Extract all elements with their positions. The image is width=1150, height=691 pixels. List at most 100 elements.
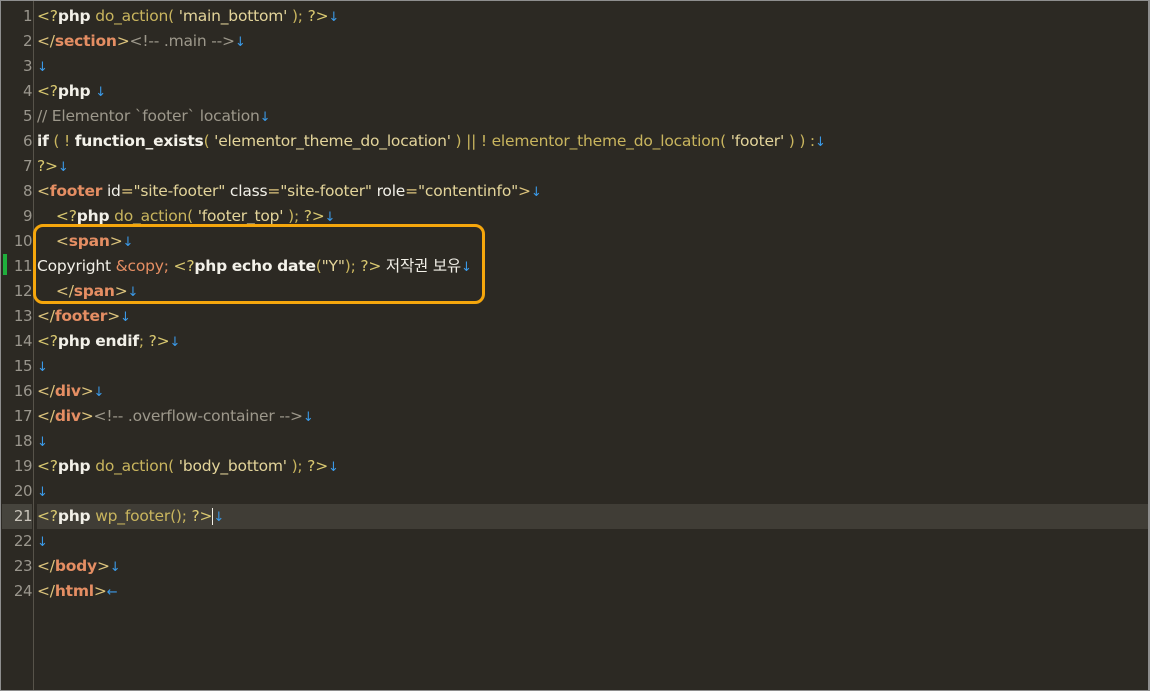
line-number-3[interactable]: 3 <box>2 54 33 79</box>
line-number-2[interactable]: 2 <box>2 29 33 54</box>
line-end-marker-icon: ↓ <box>37 535 48 550</box>
code-token: ?> <box>191 507 213 525</box>
code-token: 'elementor_theme_do_location' <box>214 132 451 150</box>
line-number-21[interactable]: 21 <box>2 504 33 529</box>
line-number-9[interactable]: 9 <box>2 204 33 229</box>
code-line-7[interactable]: ?>↓ <box>37 154 69 179</box>
line-number-20[interactable]: 20 <box>2 479 33 504</box>
line-end-marker-icon: ↓ <box>302 410 314 425</box>
code-token: ( <box>203 132 215 150</box>
line-number-14[interactable]: 14 <box>2 329 33 354</box>
code-token: ( ! <box>48 132 75 150</box>
line-end-marker-icon: ↓ <box>328 10 340 25</box>
line-number-13[interactable]: 13 <box>2 304 33 329</box>
code-token: = <box>267 182 281 200</box>
highlight-annotation-box <box>33 224 485 304</box>
code-token: ); <box>287 7 308 25</box>
code-line-1[interactable]: <?php do_action( 'main_bottom' ); ?>↓ <box>37 4 339 29</box>
line-end-marker-icon: ↓ <box>328 460 339 475</box>
code-token: "contentinfo" <box>417 182 519 200</box>
code-token: <? <box>37 507 58 525</box>
line-number-24[interactable]: 24 <box>2 579 33 604</box>
code-token: php <box>76 207 110 225</box>
code-token: body <box>54 557 97 575</box>
code-token: <? <box>37 82 58 100</box>
line-number-5[interactable]: 5 <box>2 104 33 129</box>
line-end-marker-icon: ↓ <box>234 35 246 50</box>
line-number-22[interactable]: 22 <box>2 529 33 554</box>
line-number-gutter[interactable]: 1 2 3 4 5 6 7 8 9 10 11 12 13 14 15 16 17 18 19 20 21 22 23 24 <box>1 1 34 690</box>
line-number-23[interactable]: 23 <box>2 554 33 579</box>
line-number-8[interactable]: 8 <box>2 179 33 204</box>
code-editor[interactable]: 1 2 3 4 5 6 7 8 9 10 11 12 13 14 15 16 17 18 19 20 21 22 23 24 … <box>1 1 1148 690</box>
code-token: php <box>57 82 91 100</box>
code-token: </ <box>37 307 55 325</box>
code-line-18[interactable]: ↓ <box>37 429 48 454</box>
code-line-15[interactable]: ↓ <box>37 354 48 379</box>
line-number-6[interactable]: 6 <box>2 129 33 154</box>
code-line-4[interactable]: <?php ↓ <box>37 79 106 104</box>
code-token: > <box>80 382 94 400</box>
code-token: php <box>57 7 91 25</box>
code-token: ); <box>283 207 304 225</box>
line-number-17[interactable]: 17 <box>2 404 33 429</box>
code-line-3[interactable]: ↓ <box>37 54 48 79</box>
line-number-4[interactable]: 4 <box>2 79 33 104</box>
code-line-20[interactable]: ↓ <box>37 479 48 504</box>
code-token: </ <box>37 582 55 600</box>
code-line-16[interactable]: </div>↓ <box>37 379 104 404</box>
code-token: </ <box>37 407 55 425</box>
code-token: "site-footer" <box>133 182 226 200</box>
code-line-23[interactable]: </body>↓ <box>37 554 121 579</box>
line-number-1[interactable]: 1 <box>2 4 33 29</box>
code-token: 'footer_top' <box>197 207 284 225</box>
code-line-24[interactable]: </html>← <box>37 579 118 604</box>
line-number-16[interactable]: 16 <box>2 379 33 404</box>
code-line-19[interactable]: <?php do_action( 'body_bottom' ); ?>↓ <box>37 454 339 479</box>
code-token: // Elementor `footer` location <box>37 107 260 125</box>
code-line-5[interactable]: // Elementor `footer` location↓ <box>37 104 271 129</box>
line-number-19[interactable]: 19 <box>2 454 33 479</box>
code-token: footer <box>54 307 108 325</box>
code-token: if <box>37 132 49 150</box>
code-token: ; <box>138 332 149 350</box>
code-token: do_action( <box>90 457 179 475</box>
code-token: id <box>102 182 121 200</box>
code-token: html <box>54 582 94 600</box>
code-token: class <box>225 182 268 200</box>
code-token: <? <box>37 457 58 475</box>
code-token: 'footer' <box>730 132 785 150</box>
code-line-22[interactable]: ↓ <box>37 529 48 554</box>
code-token: php <box>57 332 91 350</box>
code-token: 'body_bottom' <box>178 457 287 475</box>
end-of-file-marker-icon: ← <box>106 585 118 600</box>
line-number-7[interactable]: 7 <box>2 154 33 179</box>
code-token: ) || ! elementor_theme_do_location( <box>450 132 731 150</box>
line-number-18[interactable]: 18 <box>2 429 33 454</box>
code-line-8[interactable]: <footer id="site-footer" class="site-foo… <box>37 179 542 204</box>
code-token: = <box>405 182 418 200</box>
code-token: > <box>518 182 531 200</box>
line-number-15[interactable]: 15 <box>2 354 33 379</box>
line-end-marker-icon: ↓ <box>37 435 48 450</box>
code-line-6[interactable]: if ( ! function_exists( 'elementor_theme… <box>37 129 826 154</box>
code-line-21[interactable]: <?php wp_footer(); ?>↓ <box>37 504 224 529</box>
line-number-12[interactable]: 12 <box>2 279 33 304</box>
code-line-14[interactable]: <?php endif; ?>↓ <box>37 329 180 354</box>
code-token: function_exists <box>74 132 204 150</box>
code-token: <!-- .main --> <box>129 32 235 50</box>
code-line-2[interactable]: </section><!-- .main -->↓ <box>37 29 246 54</box>
code-token: > <box>107 307 121 325</box>
code-token: ?> <box>37 157 58 175</box>
code-token: > <box>80 407 94 425</box>
line-number-10[interactable]: 10 <box>2 229 33 254</box>
line-end-marker-icon: ↓ <box>57 160 69 175</box>
code-token: wp_footer(); <box>90 507 192 525</box>
code-token: ?> <box>307 457 328 475</box>
code-line-13[interactable]: </footer>↓ <box>37 304 131 329</box>
line-end-marker-icon: ↓ <box>95 85 106 100</box>
code-token: section <box>54 32 117 50</box>
code-line-17[interactable]: </div><!-- .overflow-container -->↓ <box>37 404 314 429</box>
code-token: </ <box>37 382 55 400</box>
code-text-area[interactable]: <?php do_action( 'main_bottom' ); ?>↓ </s… <box>37 1 1148 690</box>
